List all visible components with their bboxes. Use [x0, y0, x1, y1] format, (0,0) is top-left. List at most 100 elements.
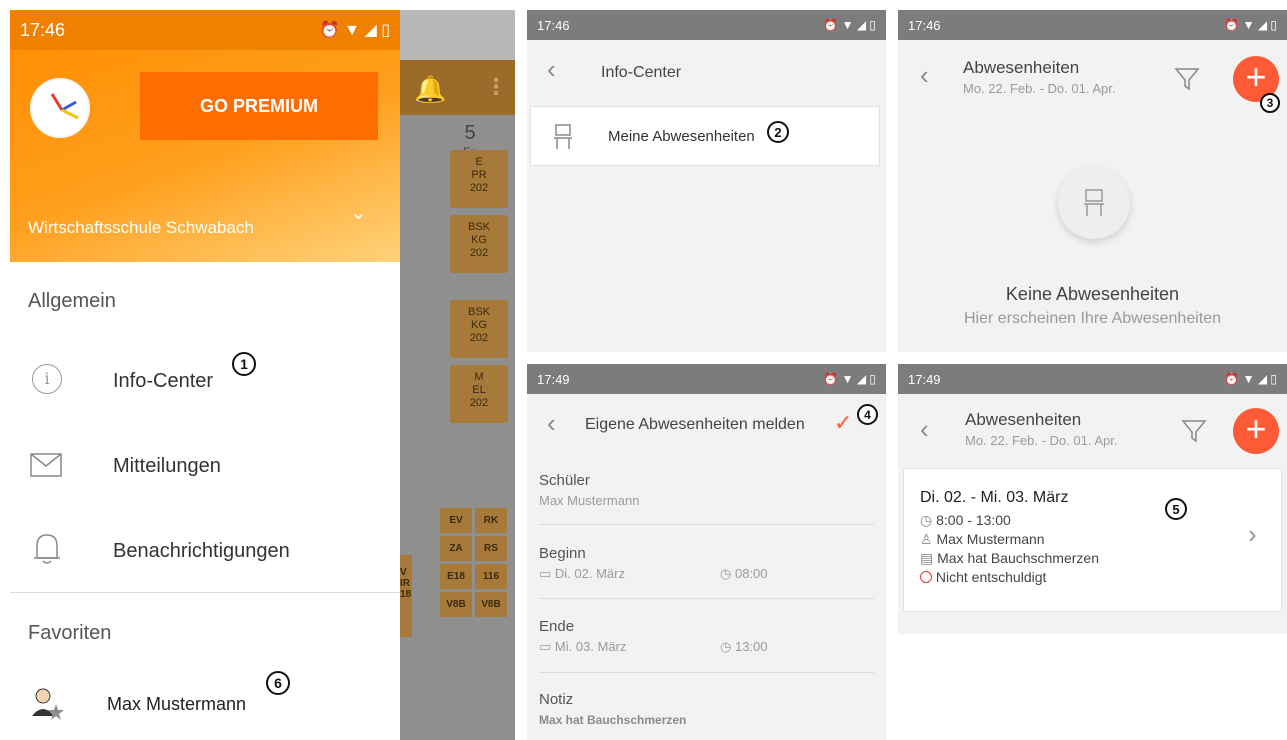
student-label: Schüler [539, 472, 590, 489]
absences-empty-screen: 17:46 ⏰ ▼ ◢ ▯ ‹ Abwesenheiten Mo. 22. Fe… [898, 10, 1287, 352]
back-icon[interactable]: ‹ [920, 414, 929, 445]
status-time: 17:46 [20, 19, 66, 40]
empty-state-subtitle: Hier erscheinen Ihre Abwesenheiten [963, 310, 1222, 327]
more-icon[interactable]: ⋮ [485, 74, 507, 100]
end-date: Mi. 03. März [554, 639, 627, 654]
back-icon[interactable]: ‹ [547, 54, 556, 85]
day-number: 5 [464, 122, 476, 144]
end-date-field[interactable]: ▭ Mi. 03. März [539, 639, 626, 655]
bell-icon [34, 534, 60, 564]
menu-item-info-center[interactable]: i Info-Center [10, 350, 400, 410]
school-name[interactable]: Wirtschaftsschule Schwabach [28, 218, 254, 238]
add-absence-button[interactable]: + [1233, 408, 1279, 454]
clock-icon: ◷ [920, 512, 937, 528]
page-title: Info-Center [601, 64, 682, 81]
timetable-lesson-cell[interactable]: BSK KG 202 [450, 300, 508, 358]
page-title: Abwesenheiten [963, 58, 1080, 77]
step-badge-5: 5 [1165, 498, 1187, 520]
calendar-icon: ▭ [539, 639, 555, 654]
step-badge-2: 2 [767, 121, 789, 143]
drawer-screen: 🔔 ⋮ 5 Fr. E PR 202BSK KG 202BSK KG 202M … [10, 10, 515, 740]
begin-time-field[interactable]: ◷ 08:00 [720, 566, 768, 582]
status-icons: ⏰ ▼ ◢ ▯ [319, 22, 390, 39]
step-badge-1: 1 [232, 352, 256, 376]
timetable-partial-cell[interactable]: V IR 18 [400, 555, 412, 637]
chair-icon [1084, 189, 1104, 216]
note-value[interactable]: Max hat Bauchschmerzen [539, 713, 686, 727]
status-bar: 17:46 ⏰ ▼ ◢ ▯ [10, 10, 400, 50]
timetable-small-cell[interactable]: V8B [440, 592, 472, 617]
chevron-right-icon[interactable]: › [1248, 519, 1257, 550]
absences-menu-label: Meine Abwesenheiten [608, 128, 755, 145]
status-time: 17:49 [537, 371, 570, 387]
bell-icon[interactable]: 🔔 [414, 74, 446, 105]
app-logo-clock [30, 78, 90, 138]
mail-icon [30, 453, 62, 477]
absences-menu-item[interactable]: Meine Abwesenheiten [530, 106, 880, 166]
empty-state-title: Keine Abwesenheiten [1005, 284, 1180, 304]
absences-list-screen: 17:49 ⏰ ▼ ◢ ▯ ‹ Abwesenheiten Mo. 22. Fe… [898, 364, 1287, 634]
absence-entry-card[interactable]: Di. 02. - Mi. 03. März ◷ 8:00 - 13:00 ♙ … [903, 468, 1282, 612]
timetable-small-cell[interactable]: E18 [440, 564, 472, 589]
timetable-background: 🔔 ⋮ 5 Fr. E PR 202BSK KG 202BSK KG 202M … [400, 60, 515, 740]
status-icons: ⏰ ▼ ◢ ▯ [823, 18, 876, 32]
menu-item-notifications[interactable]: Benachrichtigungen [10, 520, 400, 580]
timetable-small-cell[interactable]: 116 [475, 564, 507, 589]
info-center-screen: 17:46 ⏰ ▼ ◢ ▯ ‹ Info-Center Meine Abwese… [527, 10, 886, 352]
step-badge-4: 4 [857, 404, 878, 425]
back-icon[interactable]: ‹ [547, 408, 556, 439]
section-general: Allgemein [28, 290, 116, 312]
form-divider [539, 524, 874, 525]
begin-label: Beginn [539, 545, 586, 562]
begin-time: 08:00 [734, 566, 768, 581]
timetable-lesson-cell[interactable]: E PR 202 [450, 150, 508, 208]
filter-icon[interactable] [1174, 66, 1200, 92]
chevron-down-icon[interactable]: ⌄ [350, 200, 367, 225]
status-bar: 17:49 ⏰ ▼ ◢ ▯ [527, 364, 886, 394]
form-divider [539, 598, 874, 599]
section-favorites: Favoriten [28, 622, 112, 644]
timetable-small-cell[interactable]: V8B [475, 592, 507, 617]
menu-label-messages: Mitteilungen [113, 455, 221, 477]
drawer-divider [10, 592, 400, 593]
timetable-lesson-cell[interactable]: BSK KG 202 [450, 215, 508, 273]
form-divider [539, 672, 874, 673]
menu-item-messages[interactable]: Mitteilungen [10, 435, 400, 495]
go-premium-button[interactable]: GO PREMIUM [140, 72, 378, 140]
timetable-lesson-cell[interactable]: M EL 202 [450, 365, 508, 423]
calendar-icon: ▭ [539, 566, 555, 581]
end-time: 13:00 [734, 639, 768, 654]
entry-dates: Di. 02. - Mi. 03. März [920, 489, 1069, 506]
end-label: Ende [539, 618, 575, 635]
timetable-small-cell[interactable]: EV [440, 508, 472, 533]
favorite-item[interactable]: Max Mustermann [10, 678, 400, 738]
step-badge-3: 3 [1260, 93, 1280, 113]
info-icon: i [32, 364, 62, 394]
chair-icon [554, 124, 572, 149]
clock-icon: ◷ [720, 639, 735, 654]
status-text: Nicht entschuldigt [935, 569, 1047, 585]
end-time-field[interactable]: ◷ 13:00 [720, 639, 768, 655]
confirm-check-icon[interactable]: ✓ [834, 410, 852, 436]
timetable-small-cell[interactable]: RS [475, 536, 507, 561]
status-icons: ⏰ ▼ ◢ ▯ [1224, 372, 1277, 386]
back-icon[interactable]: ‹ [920, 60, 929, 91]
status-bar: 17:46 ⏰ ▼ ◢ ▯ [898, 10, 1287, 40]
menu-label-notifications: Benachrichtigungen [113, 540, 290, 562]
filter-icon[interactable] [1181, 418, 1207, 444]
status-icons: ⏰ ▼ ◢ ▯ [1224, 18, 1277, 32]
clock-icon [50, 93, 79, 120]
favorite-user-name: Max Mustermann [107, 694, 247, 714]
student-value[interactable]: Max Mustermann [539, 493, 639, 508]
step-badge-6: 6 [266, 671, 290, 695]
status-time: 17:46 [537, 17, 570, 33]
date-range: Mo. 22. Feb. - Do. 01. Apr. [963, 81, 1116, 96]
status-icons: ⏰ ▼ ◢ ▯ [823, 372, 876, 386]
timetable-small-cell[interactable]: ZA [440, 536, 472, 561]
note-icon: ▤ [920, 550, 938, 566]
entry-student-row: ♙ Max Mustermann [920, 531, 1045, 547]
timetable-small-cell[interactable]: RK [475, 508, 507, 533]
student-star-icon [32, 688, 64, 720]
clock-icon: ◷ [720, 566, 735, 581]
begin-date-field[interactable]: ▭ Di. 02. März [539, 566, 625, 582]
